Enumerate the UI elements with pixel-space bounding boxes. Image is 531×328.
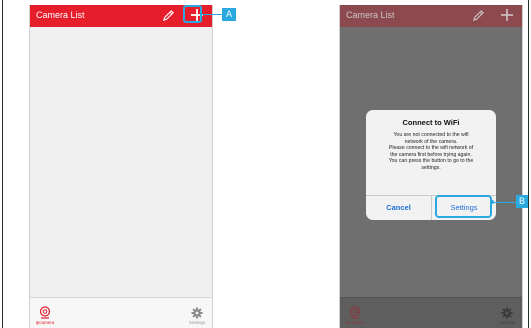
tab-ipcamera[interactable]: Ipcamera xyxy=(33,306,57,325)
app-header: Camera List xyxy=(340,5,522,27)
tab-settings-label: Settings xyxy=(188,320,206,325)
pencil-icon[interactable] xyxy=(162,9,175,22)
plus-button-highlight xyxy=(183,5,202,23)
tab-settings[interactable]: Settings xyxy=(185,307,209,325)
pencil-icon[interactable] xyxy=(472,9,485,22)
dialog-title: Connect to WiFi xyxy=(402,118,460,127)
figure-frame: Camera List Ipcamera Settings A Camera L… xyxy=(0,0,531,328)
header-title: Camera List xyxy=(346,10,395,20)
dialog-message: You are not connected to the wifi networ… xyxy=(388,132,474,171)
left-border-line xyxy=(2,0,3,328)
phone-screen-camera-list: Camera List Ipcamera Settings xyxy=(29,5,213,328)
callout-b-line xyxy=(492,202,516,203)
tab-ipcamera-label: Ipcamera xyxy=(345,320,365,325)
callout-b-label: B xyxy=(516,195,528,208)
tab-bar: Ipcamera Settings xyxy=(30,297,212,328)
settings-button-highlight xyxy=(435,195,492,218)
tab-settings[interactable]: Settings xyxy=(495,307,519,325)
callout-a-line xyxy=(202,14,222,15)
gear-icon xyxy=(191,307,203,319)
tab-bar: Ipcamera Settings xyxy=(340,297,522,328)
tab-ipcamera-label: Ipcamera xyxy=(35,320,55,325)
right-border-line xyxy=(528,0,529,328)
camera-icon xyxy=(39,306,51,319)
plus-icon[interactable] xyxy=(500,8,514,22)
camera-icon xyxy=(349,306,361,319)
tab-ipcamera[interactable]: Ipcamera xyxy=(343,306,367,325)
phone-screen-connect-wifi: Camera List Connect to WiFi You are not … xyxy=(339,5,523,328)
header-title: Camera List xyxy=(36,10,85,20)
cancel-button[interactable]: Cancel xyxy=(366,196,431,220)
gear-icon xyxy=(501,307,513,319)
callout-a-label: A xyxy=(222,8,236,21)
tab-settings-label: Settings xyxy=(498,320,516,325)
